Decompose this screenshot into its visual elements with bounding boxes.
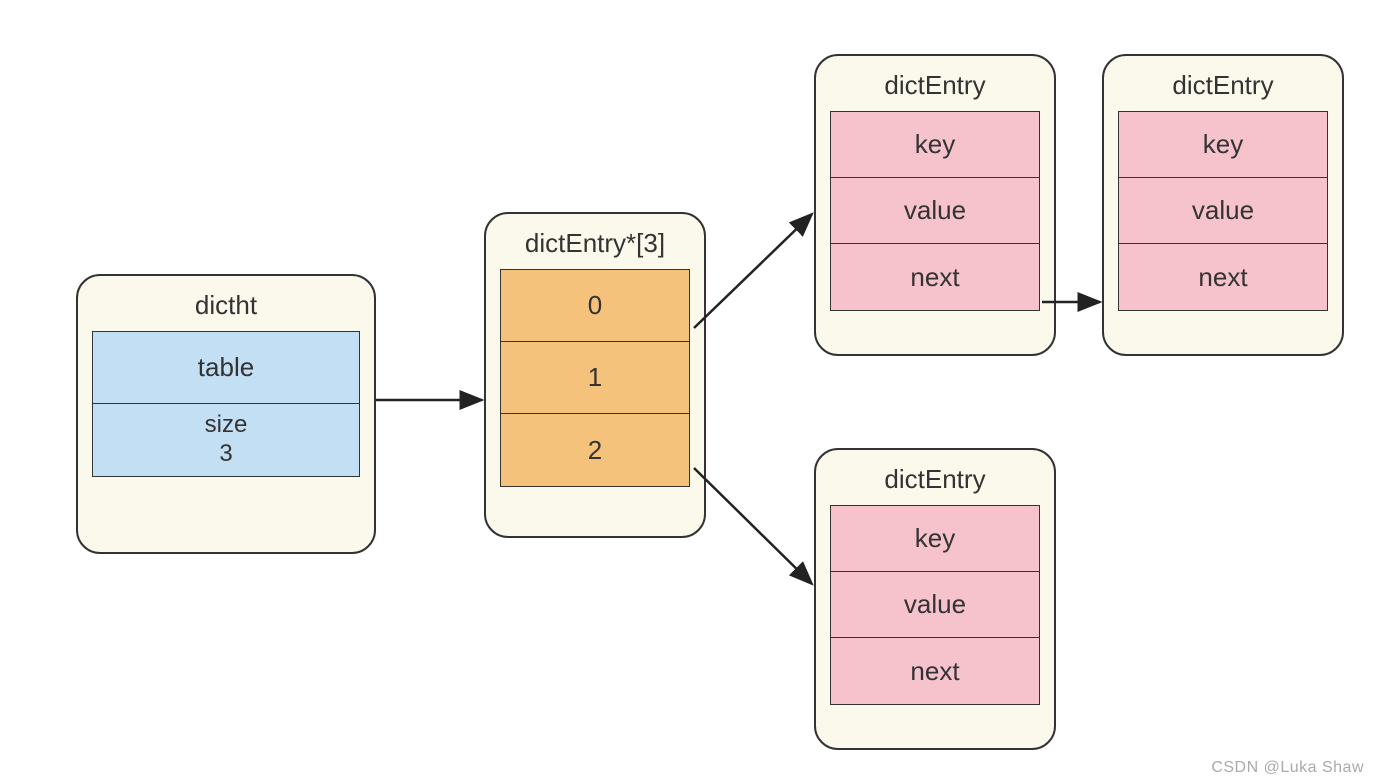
dict-entry-array-title: dictEntry*[3]: [486, 214, 704, 269]
dict-entry-a-table: key value next: [830, 111, 1040, 311]
entry-b-value: value: [1119, 178, 1327, 244]
entry-b-next: next: [1119, 244, 1327, 310]
dictht-title: dictht: [78, 276, 374, 331]
arrow-slot0-to-entry-a: [694, 214, 812, 328]
dict-entry-c-title: dictEntry: [816, 450, 1054, 505]
entry-a-key: key: [831, 112, 1039, 178]
dict-entry-b-table: key value next: [1118, 111, 1328, 311]
dict-entry-c-node: dictEntry key value next: [814, 448, 1056, 750]
entry-c-key: key: [831, 506, 1039, 572]
watermark: CSDN @Luka Shaw: [1211, 759, 1364, 777]
arrow-slot2-to-entry-c: [694, 468, 812, 584]
array-slot-1: 1: [501, 342, 689, 414]
dict-entry-a-node: dictEntry key value next: [814, 54, 1056, 356]
dict-entry-a-title: dictEntry: [816, 56, 1054, 111]
entry-a-next: next: [831, 244, 1039, 310]
dictht-table: table size 3: [92, 331, 360, 477]
entry-a-value: value: [831, 178, 1039, 244]
dictht-node: dictht table size 3: [76, 274, 376, 554]
array-slot-0: 0: [501, 270, 689, 342]
dict-entry-b-title: dictEntry: [1104, 56, 1342, 111]
entry-c-next: next: [831, 638, 1039, 704]
dictht-row-size: size 3: [93, 404, 359, 476]
dict-entry-array-node: dictEntry*[3] 0 1 2: [484, 212, 706, 538]
dict-entry-c-table: key value next: [830, 505, 1040, 705]
dictht-row-table: table: [93, 332, 359, 404]
entry-c-value: value: [831, 572, 1039, 638]
array-slot-2: 2: [501, 414, 689, 486]
dict-entry-b-node: dictEntry key value next: [1102, 54, 1344, 356]
dict-entry-array-table: 0 1 2: [500, 269, 690, 487]
entry-b-key: key: [1119, 112, 1327, 178]
diagram-root: dictht table size 3 dictEntry*[3] 0 1 2: [0, 0, 1392, 783]
